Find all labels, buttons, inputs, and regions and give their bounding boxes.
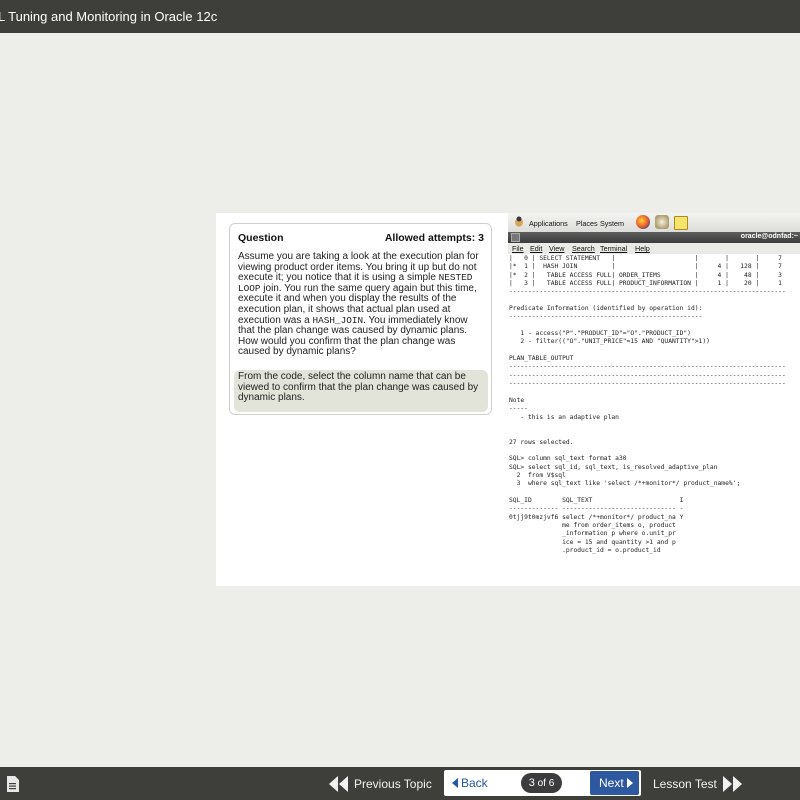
terminal-line[interactable]	[508, 389, 800, 397]
page-navigation: Back 3 of 6 Next	[444, 770, 641, 796]
terminal-line[interactable]: _information p where o.unit_pr	[508, 530, 800, 538]
page-total: of 6	[537, 778, 555, 789]
window-title: oracle@odnfad:~	[740, 233, 798, 240]
menu-applications[interactable]: Applications	[529, 219, 568, 228]
terminal-menu-file[interactable]: File	[512, 244, 524, 253]
terminal-menu-edit[interactable]: Edit	[530, 244, 542, 253]
terminal-line[interactable]: -----	[508, 405, 800, 413]
lesson-content: Question Allowed attempts: 3 Assume you …	[216, 213, 800, 586]
terminal-line[interactable]: 0tjj9t0mzjvf6 select /*+monitor*/ produc…	[508, 514, 800, 522]
terminal-output[interactable]: | 0 | SELECT STATEMENT | | | | 7 |* 1 | H…	[508, 255, 800, 586]
terminal-line[interactable]: PLAN_TABLE_OUTPUT	[508, 355, 800, 363]
current-page: 3	[528, 777, 535, 789]
terminal-line[interactable]: SQL> select sql_id, sql_text, is_resolve…	[508, 464, 800, 472]
back-label: Back	[461, 776, 488, 790]
terminal-menu-terminal[interactable]: Terminal	[600, 244, 627, 253]
terminal-line[interactable]: Note	[508, 397, 800, 405]
terminal-line[interactable]: - this is an adaptive plan	[508, 414, 800, 422]
terminal-line[interactable]: 2 - filter(("O"."UNIT_PRICE"=15 AND "QUA…	[508, 338, 800, 346]
instruction-box: From the code, select the column name th…	[234, 370, 488, 412]
terminal-line[interactable]: ice = 15 and quantity >1 and p	[508, 539, 800, 547]
terminal-line[interactable]: | 3 | TABLE ACCESS FULL| PRODUCT_INFORMA…	[508, 280, 800, 288]
window-menu-icon[interactable]	[511, 233, 520, 242]
terminal-line[interactable]: 27 rows selected.	[508, 439, 800, 447]
terminal-menu-view[interactable]: View	[549, 244, 564, 253]
terminal-line[interactable]: me from order_items o, product	[508, 522, 800, 530]
course-title: L Tuning and Monitoring in Oracle 12c	[0, 9, 218, 24]
notes-icon[interactable]	[674, 216, 688, 230]
next-button[interactable]: Next	[590, 771, 639, 795]
lesson-test-label: Lesson Test	[653, 777, 717, 791]
allowed-attempts: Allowed attempts: 3	[384, 232, 484, 244]
terminal-line[interactable]: ----------------------------------------…	[508, 313, 800, 321]
terminal-line[interactable]	[508, 297, 800, 305]
terminal-line[interactable]: ----------------------------------------…	[508, 372, 800, 380]
terminal-menu-search[interactable]: Search	[572, 244, 595, 253]
terminal-line[interactable]: ----------------------------------------…	[508, 288, 800, 296]
terminal-line[interactable]: 3 where sql_text like 'select /*+monitor…	[508, 480, 800, 488]
gnome-panel: Applications Places System	[508, 213, 800, 233]
terminal-line[interactable]	[508, 322, 800, 330]
firefox-icon[interactable]	[636, 215, 650, 229]
code-term: HASH_JOIN	[312, 314, 364, 326]
terminal-line[interactable]: ------------- --------------------------…	[508, 505, 800, 513]
terminal-line[interactable]: SQL_ID SQL_TEXT I	[508, 497, 800, 505]
terminal-line[interactable]: 2 from V$sql	[508, 472, 800, 480]
bottom-bar: Previous Topic Back 3 of 6 Next Lesson T…	[0, 767, 800, 800]
terminal-line[interactable]: ----------------------------------------…	[508, 380, 800, 388]
question-card: Question Allowed attempts: 3 Assume you …	[229, 223, 492, 415]
chevron-left-icon	[452, 778, 458, 788]
settings-icon[interactable]	[655, 215, 669, 229]
chevron-right-icon	[627, 778, 633, 788]
terminal-line[interactable]	[508, 430, 800, 438]
terminal-line[interactable]	[508, 422, 800, 430]
terminal-line[interactable]: Predicate Information (identified by ope…	[508, 305, 800, 313]
question-heading: Question	[238, 232, 284, 244]
terminal-line[interactable]	[508, 347, 800, 355]
terminal-line[interactable]: 1 - access("P"."PRODUCT_ID"="O"."PRODUCT…	[508, 330, 800, 338]
top-bar: L Tuning and Monitoring in Oracle 12c	[0, 0, 800, 33]
double-chevron-right-icon	[723, 776, 742, 792]
menu-system[interactable]: System	[600, 219, 624, 228]
page-indicator: 3 of 6	[521, 773, 562, 793]
previous-topic-label: Previous Topic	[354, 777, 432, 791]
terminal-line[interactable]	[508, 447, 800, 455]
terminal-line[interactable]	[508, 489, 800, 497]
back-button[interactable]: Back	[452, 776, 488, 790]
terminal-line[interactable]: |* 1 | HASH JOIN | | 4 | 128 | 7	[508, 263, 800, 271]
applications-foot-icon	[515, 216, 523, 227]
terminal-menu-help[interactable]: Help	[635, 244, 650, 253]
terminal-line[interactable]: SQL> column sql_text format a30	[508, 455, 800, 463]
document-icon[interactable]	[6, 776, 19, 792]
terminal-screenshot[interactable]: Applications Places System oracle@odnfad…	[508, 213, 800, 586]
terminal-line[interactable]: |* 2 | TABLE ACCESS FULL| ORDER_ITEMS | …	[508, 272, 800, 280]
question-text: Assume you are taking a look at the exec…	[238, 251, 486, 358]
terminal-line[interactable]: | 0 | SELECT STATEMENT | | | | 7	[508, 255, 800, 263]
question-header: Question Allowed attempts: 3	[238, 232, 484, 244]
double-chevron-left-icon	[329, 776, 348, 792]
next-label: Next	[599, 776, 624, 790]
terminal-line[interactable]: .product_id = o.product_id	[508, 547, 800, 555]
terminal-menubar: File Edit View Search Terminal Help	[508, 243, 800, 254]
menu-places[interactable]: Places	[576, 219, 598, 228]
terminal-line[interactable]: ----------------------------------------…	[508, 363, 800, 371]
terminal-titlebar: oracle@odnfad:~	[508, 232, 800, 243]
